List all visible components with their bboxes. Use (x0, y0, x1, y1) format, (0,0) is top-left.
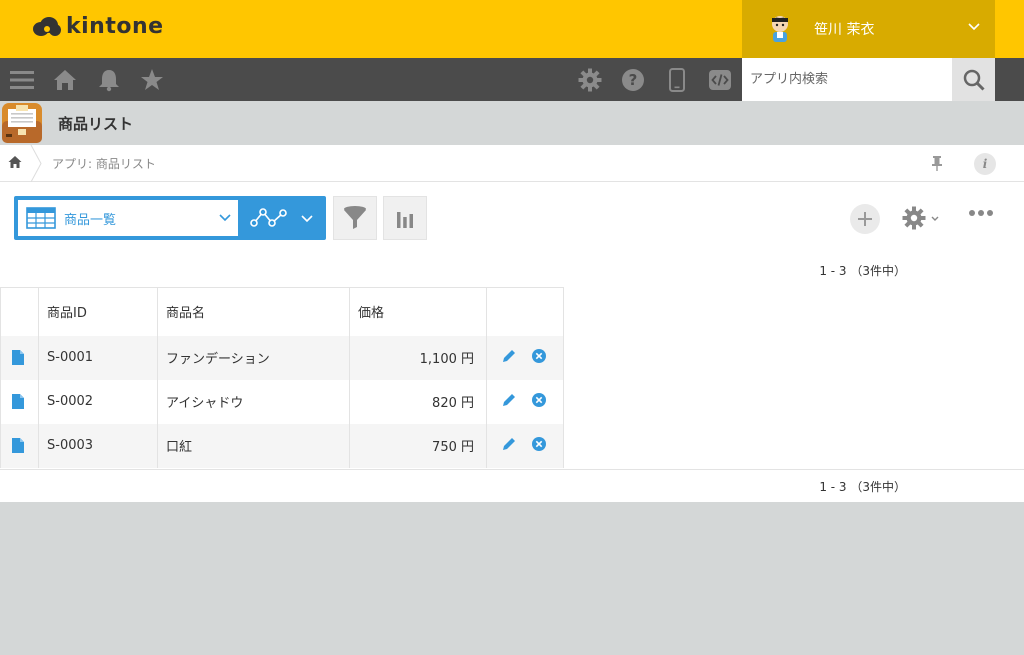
svg-text:?: ? (629, 71, 638, 89)
view-selector-inner: 商品一覧 (18, 200, 238, 236)
header-cell-name[interactable]: 商品名 (157, 287, 350, 336)
avatar (772, 16, 788, 42)
table-row: S-0003 口紅 750 円 (0, 423, 564, 468)
cell-product-name: ファンデーション (157, 335, 350, 380)
delete-icon[interactable] (531, 348, 547, 364)
app-settings-button[interactable] (902, 206, 939, 234)
line-graph-icon (250, 208, 287, 227)
app-box-icon (2, 103, 42, 143)
cell-product-name: アイシャドウ (157, 379, 350, 424)
top-header: kintone 笹川 茉衣 (0, 0, 1024, 58)
header-cell-id[interactable]: 商品ID (38, 287, 158, 336)
header-cell-actions (486, 287, 564, 336)
search-icon (963, 69, 985, 91)
table-view-icon (26, 207, 56, 229)
star-icon[interactable] (140, 68, 164, 92)
app-search-input[interactable] (742, 58, 952, 101)
app-name: 商品リスト (58, 115, 134, 133)
view-selector[interactable]: 商品一覧 (14, 196, 242, 240)
cloud-logo-icon (33, 16, 61, 36)
help-icon[interactable]: ? (621, 68, 645, 92)
graph-selector[interactable] (242, 196, 326, 240)
home-icon[interactable] (8, 155, 22, 169)
user-name: 笹川 茉衣 (814, 22, 875, 38)
record-detail-cell[interactable] (0, 423, 39, 468)
kintone-logo[interactable]: kintone (32, 14, 164, 39)
record-detail-cell[interactable] (0, 379, 39, 424)
breadcrumb-app-link[interactable]: アプリ: 商品リスト (52, 155, 156, 172)
logo-text: kintone (66, 14, 164, 39)
row-actions (486, 335, 564, 380)
record-detail-cell[interactable] (0, 335, 39, 380)
cell-product-id: S-0001 (38, 335, 158, 380)
header-price-label: 価格 (358, 306, 385, 322)
gear-icon[interactable] (578, 68, 602, 92)
pin-icon[interactable] (930, 155, 944, 171)
graph-button[interactable] (383, 196, 427, 240)
cell-price: 750 円 (349, 423, 487, 468)
home-icon[interactable] (53, 68, 77, 92)
bar-chart-icon (397, 212, 413, 228)
add-record-button[interactable] (850, 204, 880, 234)
filter-icon (344, 206, 366, 229)
user-menu[interactable]: 笹川 茉衣 (742, 0, 995, 58)
chevron-down-icon (931, 216, 939, 221)
edit-pencil-icon[interactable] (501, 436, 517, 452)
record-list-panel: 商品一覧 1 - 3 （3件中） 商品ID 商品名 価格 S-0001 ファンデ… (0, 182, 1024, 502)
pager-bottom: 1 - 3 （3件中） (819, 480, 906, 494)
app-title-bar: 商品リスト (0, 101, 1024, 145)
cell-product-id: S-0002 (38, 379, 158, 424)
gear-icon (902, 206, 926, 230)
chevron-down-icon (301, 215, 313, 223)
bell-icon[interactable] (97, 68, 121, 92)
table-bottom-divider (0, 469, 1024, 470)
cell-price: 1,100 円 (349, 335, 487, 380)
cell-price: 820 円 (349, 379, 487, 424)
info-icon[interactable]: i (974, 153, 996, 175)
code-icon[interactable] (708, 68, 732, 92)
record-table: 商品ID 商品名 価格 S-0001 ファンデーション 1,100 円 S-00… (0, 287, 564, 468)
row-actions (486, 423, 564, 468)
table-header-row: 商品ID 商品名 価格 (0, 287, 564, 336)
chevron-down-icon (968, 23, 980, 31)
breadcrumb-separator-icon (30, 145, 42, 182)
search-button[interactable] (952, 58, 995, 101)
edit-pencil-icon[interactable] (501, 392, 517, 408)
document-icon[interactable] (12, 394, 24, 409)
document-icon[interactable] (12, 438, 24, 453)
plus-icon (858, 212, 872, 226)
more-options-icon[interactable] (968, 208, 994, 218)
filter-button[interactable] (333, 196, 377, 240)
table-row: S-0002 アイシャドウ 820 円 (0, 379, 564, 424)
pager-top: 1 - 3 （3件中） (819, 264, 906, 278)
cell-product-id: S-0003 (38, 423, 158, 468)
chevron-down-icon (219, 214, 231, 222)
document-icon[interactable] (12, 350, 24, 365)
delete-icon[interactable] (531, 436, 547, 452)
delete-icon[interactable] (531, 392, 547, 408)
row-actions (486, 379, 564, 424)
breadcrumb: アプリ: 商品リスト i (0, 145, 1024, 182)
table-row: S-0001 ファンデーション 1,100 円 (0, 335, 564, 380)
header-cell-price[interactable]: 価格 (349, 287, 487, 336)
view-name: 商品一覧 (64, 212, 117, 228)
menu-icon[interactable] (10, 68, 34, 92)
header-cell-blank (0, 287, 39, 336)
mobile-icon[interactable] (665, 68, 689, 92)
cell-product-name: 口紅 (157, 423, 350, 468)
edit-pencil-icon[interactable] (501, 348, 517, 364)
